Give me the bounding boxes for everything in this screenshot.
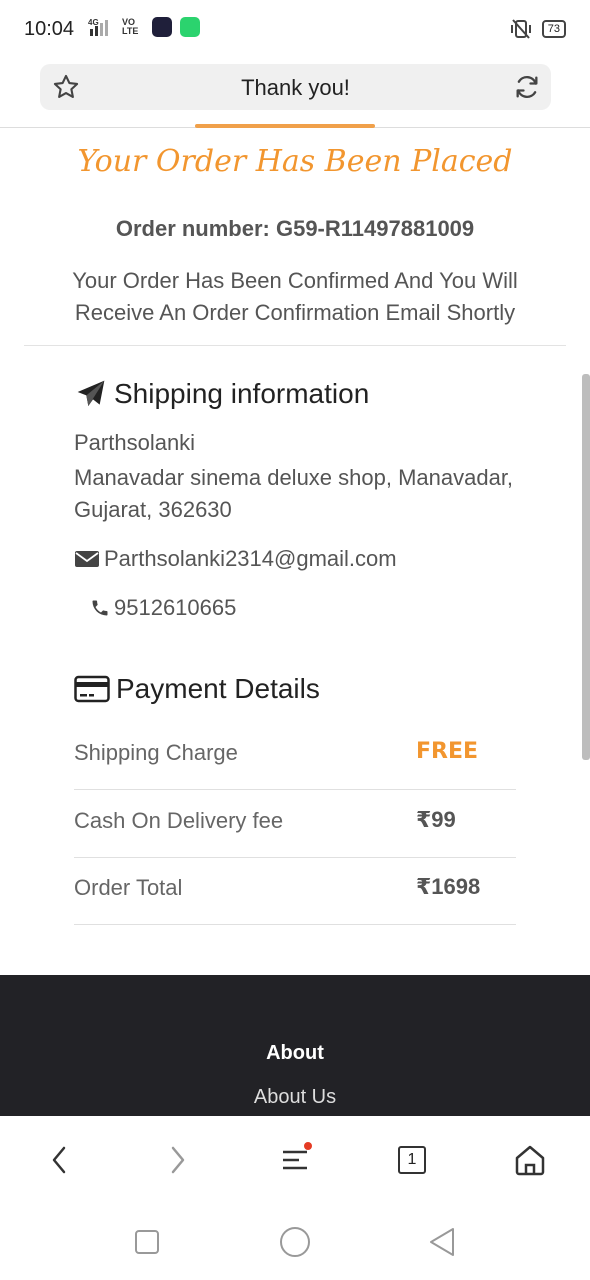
menu-icon	[283, 1142, 312, 1170]
payment-row-cod-fee: Cash On Delivery fee ₹99	[74, 790, 516, 858]
customer-name: Parthsolanki	[74, 430, 196, 455]
back-nav-button[interactable]	[424, 1224, 460, 1260]
payment-row-value: ₹1698	[416, 874, 481, 899]
system-navigation-bar	[0, 1206, 590, 1280]
triangle-back-icon	[430, 1228, 454, 1256]
section-divider	[24, 345, 566, 346]
payment-row-shipping: Shipping Charge FREE	[74, 722, 516, 790]
video-app-icon	[152, 17, 172, 37]
vibrate-icon	[510, 19, 531, 39]
tab-count: 1	[398, 1146, 426, 1174]
tabs-button[interactable]: 1	[392, 1140, 432, 1180]
home-button[interactable]	[510, 1140, 550, 1180]
menu-button[interactable]	[275, 1140, 315, 1180]
confirmation-message: Your Order Has Been Confirmed And You Wi…	[72, 268, 518, 325]
paper-plane-icon	[77, 380, 105, 406]
order-number: Order number: G59-R11497881009	[115, 216, 475, 241]
phone-line: 9512610665	[90, 595, 236, 621]
shipping-heading: Shipping information	[74, 378, 369, 410]
forward-button[interactable]	[157, 1140, 197, 1180]
home-icon	[515, 1145, 545, 1176]
customer-email[interactable]: Parthsolanki2314@gmail.com	[104, 546, 397, 572]
order-placed-heading: Your Order Has Been Placed	[77, 144, 513, 179]
page-scrollbar[interactable]	[582, 374, 590, 760]
payment-row-label: Shipping Charge	[74, 740, 238, 765]
circle-icon	[280, 1227, 310, 1257]
chevron-left-icon	[52, 1146, 66, 1174]
payment-heading-label: Payment Details	[116, 673, 320, 704]
payment-row-value: ₹99	[416, 807, 456, 832]
payment-row-value: FREE	[416, 739, 479, 764]
status-time: 10:04	[24, 18, 75, 40]
credit-card-icon	[74, 675, 110, 703]
payment-heading: Payment Details	[74, 673, 320, 705]
address-bar[interactable]: Thank you!	[40, 64, 551, 110]
footer-about-us-link[interactable]: About Us	[0, 1086, 590, 1109]
customer-phone[interactable]: 9512610665	[114, 595, 236, 621]
status-indicators-right: 73	[510, 18, 566, 40]
scrolled-heading-fragment	[195, 120, 395, 130]
refresh-icon[interactable]	[513, 73, 541, 101]
payment-row-order-total: Order Total ₹1698	[74, 857, 516, 925]
email-line: Parthsolanki2314@gmail.com	[74, 546, 397, 572]
payment-row-label: Order Total	[74, 875, 183, 900]
recent-apps-button[interactable]	[129, 1224, 165, 1260]
envelope-icon	[75, 551, 99, 567]
home-nav-button[interactable]	[277, 1224, 313, 1260]
volte-label: VO LTE	[122, 17, 139, 36]
phone-icon	[92, 600, 108, 616]
footer-about-title: About	[266, 1042, 324, 1064]
payment-row-label: Cash On Delivery fee	[74, 808, 284, 833]
browser-toolbar: 1	[0, 1116, 590, 1206]
page-title: Thank you!	[241, 75, 350, 100]
network-label: 4G	[88, 18, 99, 27]
status-bar: 10:04 4G VO LTE 73	[0, 0, 590, 58]
customer-address: Manavadar sinema deluxe shop, Manavadar,…	[74, 465, 514, 522]
status-indicators: 4G VO LTE	[88, 17, 200, 37]
chevron-right-icon	[171, 1146, 185, 1174]
site-footer: About About Us	[0, 975, 590, 1116]
back-button[interactable]	[40, 1140, 80, 1180]
signal-icon: 4G	[88, 18, 108, 36]
square-icon	[135, 1230, 159, 1254]
chat-app-icon	[180, 17, 200, 37]
shipping-heading-label: Shipping information	[114, 378, 370, 409]
battery-indicator: 73	[541, 20, 566, 38]
